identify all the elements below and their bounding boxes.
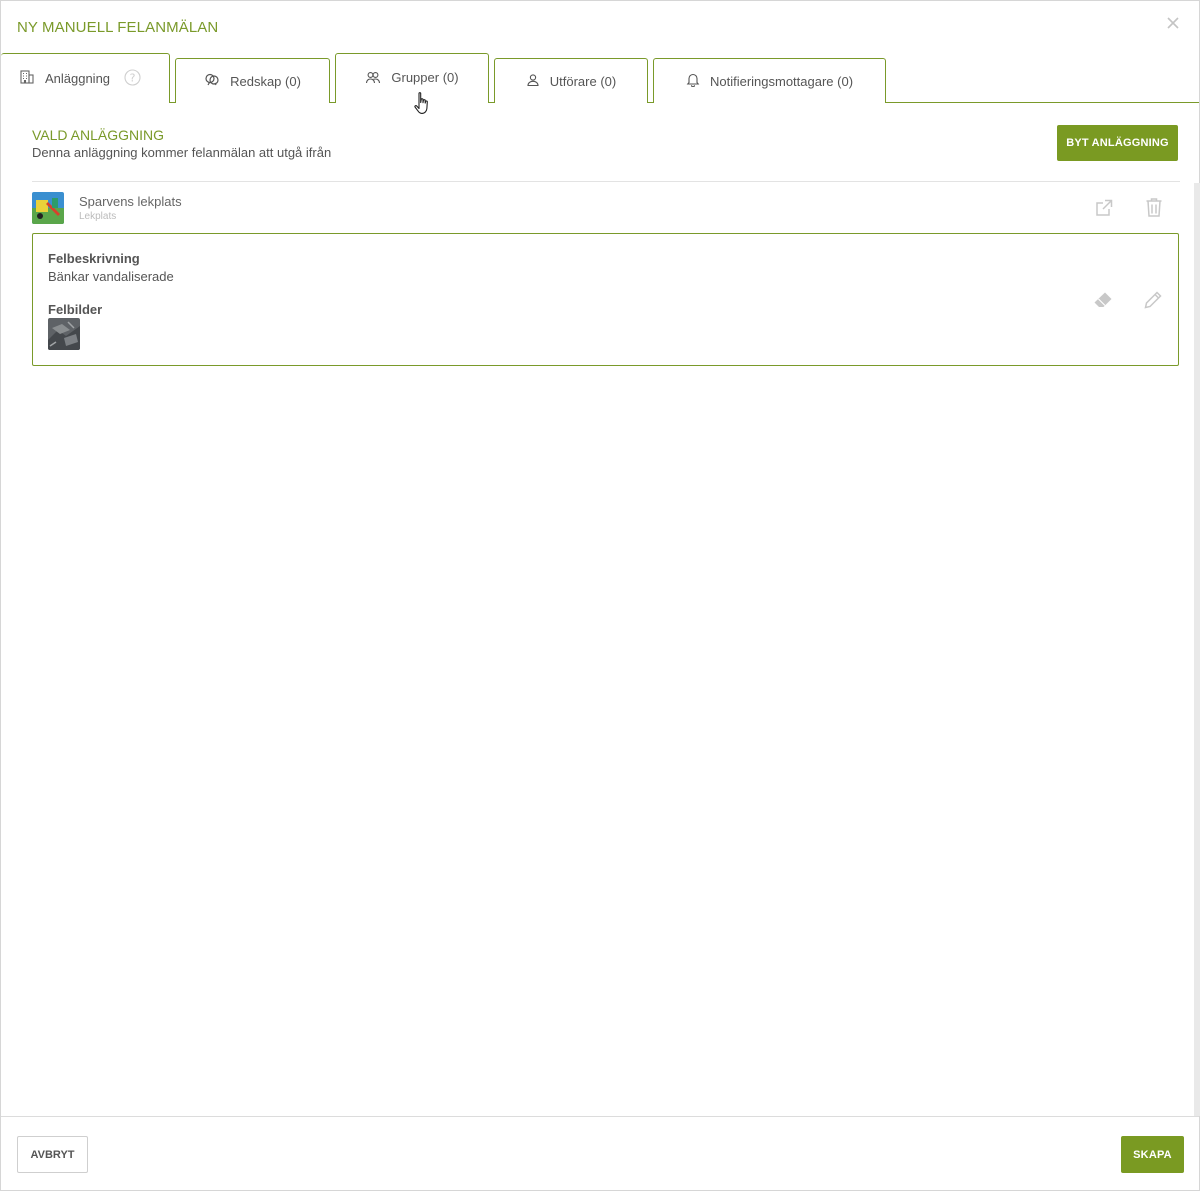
divider	[32, 181, 1180, 182]
tab-label: Anläggning	[44, 71, 111, 86]
fault-image[interactable]	[48, 318, 80, 350]
cancel-button[interactable]: AVBRYT	[17, 1136, 88, 1173]
fault-images-label: Felbilder	[48, 302, 103, 317]
change-facility-button[interactable]: BYT ANLÄGGNING	[1057, 125, 1178, 161]
tab-anlaggning[interactable]: Anläggning ?	[1, 53, 170, 104]
pencil-icon[interactable]	[1143, 290, 1163, 315]
facility-type: Lekplats	[79, 211, 117, 222]
dialog-footer: AVBRYT SKAPA	[1, 1116, 1199, 1191]
bell-icon	[686, 72, 710, 90]
hand-cursor-icon	[413, 91, 433, 122]
fault-card: Felbeskrivning Bänkar vandaliserade Felb…	[32, 233, 1179, 366]
facility-image	[32, 192, 64, 224]
building-icon	[19, 69, 45, 88]
svg-text:?: ?	[130, 71, 136, 84]
dialog-title: NY MANUELL FELANMÄLAN	[17, 19, 219, 36]
dialog: NY MANUELL FELANMÄLAN Anläggning ? Redsk…	[0, 0, 1200, 1191]
trash-icon[interactable]	[1145, 197, 1163, 223]
eraser-icon[interactable]	[1093, 291, 1113, 314]
tab-redskap[interactable]: Redskap (0)	[175, 58, 330, 103]
tab-label: Notifieringsmottagare (0)	[709, 73, 854, 89]
user-icon	[526, 73, 550, 90]
close-icon[interactable]	[1165, 15, 1181, 31]
playground-equipment-icon	[204, 72, 230, 91]
facility-row: Sparvens lekplats Lekplats	[32, 191, 1180, 227]
tab-label: Redskap (0)	[230, 73, 301, 89]
tab-label: Grupper (0)	[391, 70, 459, 85]
tab-bar: Anläggning ? Redskap (0) Grupper (0) Utf…	[1, 53, 1199, 104]
tab-grupper[interactable]: Grupper (0)	[335, 53, 489, 103]
external-link-icon[interactable]	[1094, 198, 1114, 223]
tab-label: Utförare (0)	[549, 73, 617, 89]
section-subtitle: Denna anläggning kommer felanmälan att u…	[32, 145, 332, 160]
tab-notifieringsmottagare[interactable]: Notifieringsmottagare (0)	[653, 58, 886, 103]
scrollbar[interactable]	[1194, 183, 1200, 1116]
section-title: VALD ANLÄGGNING	[32, 127, 165, 143]
group-icon	[365, 70, 391, 89]
fault-description-label: Felbeskrivning	[48, 251, 140, 266]
create-button[interactable]: SKAPA	[1121, 1136, 1184, 1173]
help-icon[interactable]: ?	[124, 68, 151, 89]
fault-description-value: Bänkar vandaliserade	[48, 269, 174, 284]
selected-facility-header: VALD ANLÄGGNING Denna anläggning kommer …	[32, 127, 331, 160]
tab-utforare[interactable]: Utförare (0)	[494, 58, 648, 103]
facility-name: Sparvens lekplats	[79, 194, 182, 209]
